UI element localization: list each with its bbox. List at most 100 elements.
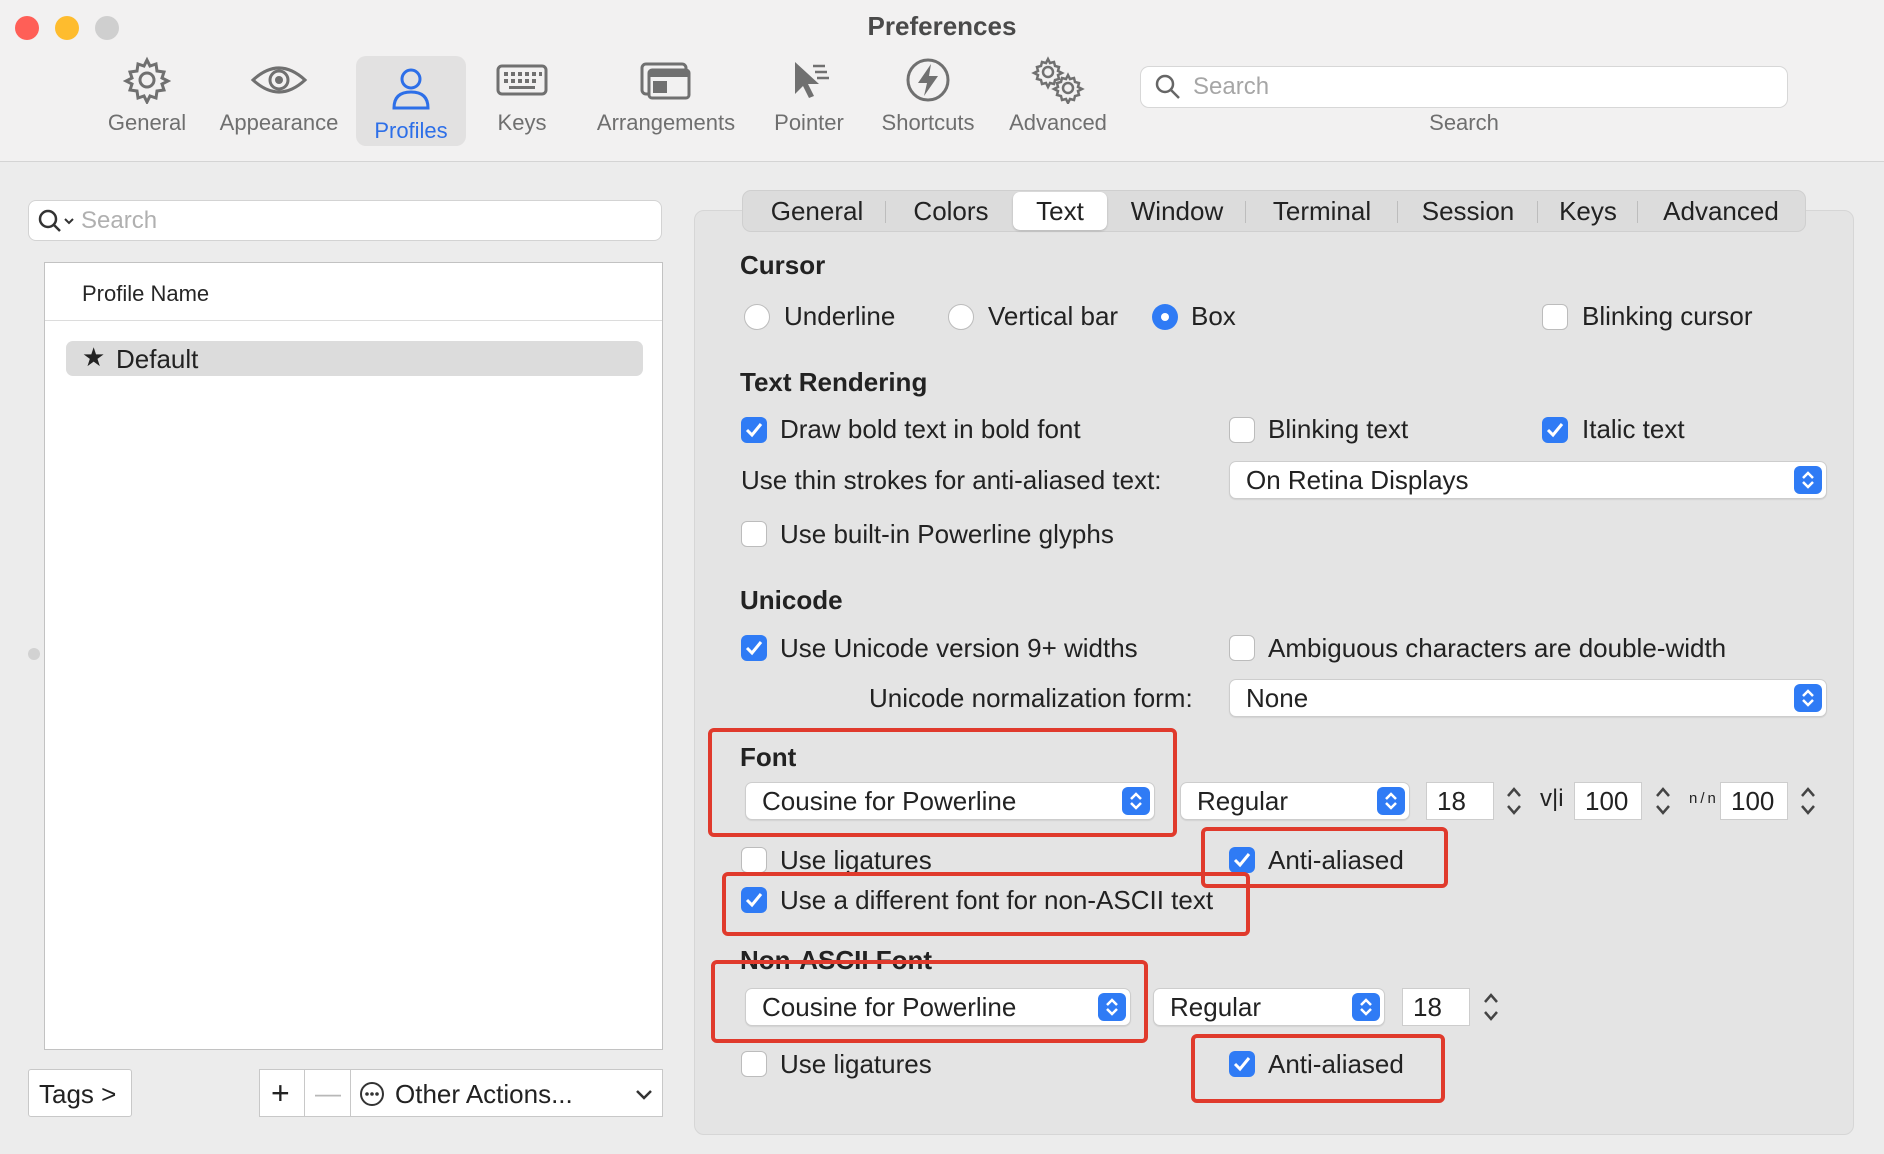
toolbar-appearance[interactable]: Appearance (212, 56, 346, 146)
toolbar-shortcuts[interactable]: Shortcuts (872, 56, 984, 146)
toolbar-keys[interactable]: Keys (476, 56, 568, 146)
updown-arrows-icon (1377, 787, 1405, 815)
normalization-label: Unicode normalization form: (869, 683, 1193, 713)
tab-label: Session (1421, 196, 1515, 226)
font-size-field[interactable]: 18 (1426, 782, 1494, 820)
italic-text-label: Italic text (1582, 414, 1685, 444)
unicode-widths-checkbox[interactable] (741, 635, 767, 661)
tab-label: General (770, 196, 864, 226)
tags-button[interactable]: Tags > (28, 1069, 132, 1117)
tab-label: Terminal (1272, 196, 1372, 226)
toolbar-label: Appearance (219, 110, 339, 135)
italic-text-checkbox[interactable] (1542, 417, 1568, 443)
powerline-glyphs-label: Use built-in Powerline glyphs (780, 519, 1114, 549)
tab-keys[interactable]: Keys (1539, 191, 1637, 231)
font-ligatures-checkbox[interactable] (741, 847, 767, 873)
blinking-cursor-checkbox[interactable] (1542, 304, 1568, 330)
tab-label: Colors (913, 196, 989, 226)
font-weight-value: Regular (1197, 786, 1289, 816)
bold-font-label: Draw bold text in bold font (780, 414, 1081, 444)
tab-terminal[interactable]: Terminal (1247, 191, 1397, 231)
cursor-box-label: Box (1191, 301, 1236, 331)
tab-separator (1537, 201, 1538, 223)
other-actions-button[interactable]: Other Actions... (350, 1069, 663, 1117)
font-size-stepper[interactable] (1503, 783, 1525, 819)
cursor-underline-radio[interactable] (744, 304, 770, 330)
tab-window[interactable]: Window (1109, 191, 1245, 231)
horizontal-spacing-label: n/n (1688, 784, 1716, 820)
updown-arrows-icon (1794, 684, 1822, 712)
horizontal-spacing-label-text: n/n (1689, 790, 1719, 807)
bold-font-checkbox[interactable] (741, 417, 767, 443)
remove-profile-button[interactable]: — (304, 1069, 351, 1117)
profile-search-input[interactable] (81, 201, 641, 240)
thin-strokes-popup[interactable]: On Retina Displays (1229, 461, 1827, 499)
powerline-glyphs-checkbox[interactable] (741, 521, 767, 547)
horizontal-spacing-stepper[interactable] (1797, 783, 1819, 819)
unicode-section-title: Unicode (740, 585, 843, 615)
ellipsis-circle-icon (360, 1082, 384, 1106)
eye-icon (250, 66, 308, 94)
pointer-icon (795, 62, 829, 98)
profile-name: Default (116, 344, 199, 374)
vertical-spacing-value: 100 (1585, 786, 1629, 816)
window-title: Preferences (867, 11, 1017, 41)
profile-table: Profile Name ★ Default (44, 262, 663, 1050)
cursor-underline-label: Underline (784, 301, 896, 331)
tab-general[interactable]: General (747, 191, 887, 231)
tab-advanced[interactable]: Advanced (1639, 191, 1803, 231)
toolbar-advanced[interactable]: Advanced (998, 56, 1118, 146)
tab-text[interactable]: Text (1013, 192, 1107, 230)
normalization-popup[interactable]: None (1229, 679, 1827, 717)
non-ascii-font-size-value: 18 (1413, 992, 1442, 1022)
toolbar-arrangements[interactable]: Arrangements (586, 56, 746, 146)
other-actions-label: Other Actions... (395, 1079, 573, 1109)
highlight-non-ascii-font-family (711, 960, 1148, 1043)
cursor-vertical-bar-radio[interactable] (948, 304, 974, 330)
blinking-cursor-label: Blinking cursor (1582, 301, 1753, 331)
tab-separator (1397, 201, 1398, 223)
vertical-spacing-stepper[interactable] (1652, 783, 1674, 819)
vertical-spacing-field[interactable]: 100 (1574, 782, 1642, 820)
text-rendering-section-title: Text Rendering (740, 367, 928, 397)
profile-column-header[interactable]: Profile Name (45, 263, 662, 321)
non-ascii-font-size-field[interactable]: 18 (1402, 988, 1470, 1026)
normalization-value: None (1246, 683, 1309, 713)
horizontal-spacing-field[interactable]: 100 (1720, 782, 1788, 820)
highlight-font-family (708, 728, 1177, 837)
tab-session[interactable]: Session (1399, 191, 1537, 231)
tab-label: Keys (1559, 196, 1617, 226)
tab-colors[interactable]: Colors (887, 191, 1015, 231)
cursor-vertical-bar-label: Vertical bar (988, 301, 1119, 331)
checkmark-icon (745, 641, 763, 656)
tab-label: Text (1036, 196, 1084, 226)
non-ascii-font-weight-popup[interactable]: Regular (1153, 988, 1385, 1026)
font-weight-popup[interactable]: Regular (1180, 782, 1410, 820)
toolbar-label: Pointer (774, 110, 844, 135)
cursor-section-title: Cursor (740, 250, 826, 280)
toolbar-label: General (107, 110, 187, 135)
toolbar-general[interactable]: General (94, 56, 200, 146)
search-menu-icon (38, 209, 74, 232)
profile-row-default[interactable]: ★ Default (66, 341, 643, 376)
toolbar-label: Shortcuts (881, 110, 975, 135)
windows-icon (640, 62, 691, 100)
splitter-handle[interactable] (28, 648, 40, 660)
ambiguous-width-checkbox[interactable] (1229, 635, 1255, 661)
profile-search-field[interactable] (28, 200, 662, 241)
non-ascii-font-size-stepper[interactable] (1480, 989, 1502, 1025)
cursor-box-radio[interactable] (1152, 304, 1178, 330)
add-profile-button[interactable]: + (259, 1069, 305, 1117)
toolbar-label: Profiles (374, 118, 448, 143)
tab-separator (1245, 201, 1246, 223)
blinking-text-checkbox[interactable] (1229, 417, 1255, 443)
blinking-text-label: Blinking text (1268, 414, 1409, 444)
remove-profile-button-label: — (315, 1078, 341, 1108)
tab-label: Advanced (1663, 196, 1779, 226)
add-profile-button-label: + (271, 1075, 290, 1111)
non-ascii-ligatures-checkbox[interactable] (741, 1051, 767, 1077)
toolbar-search-field[interactable] (1140, 66, 1788, 108)
toolbar-search-input[interactable] (1193, 67, 1773, 107)
toolbar-pointer[interactable]: Pointer (760, 56, 858, 146)
toolbar-profiles[interactable]: Profiles (356, 56, 466, 146)
